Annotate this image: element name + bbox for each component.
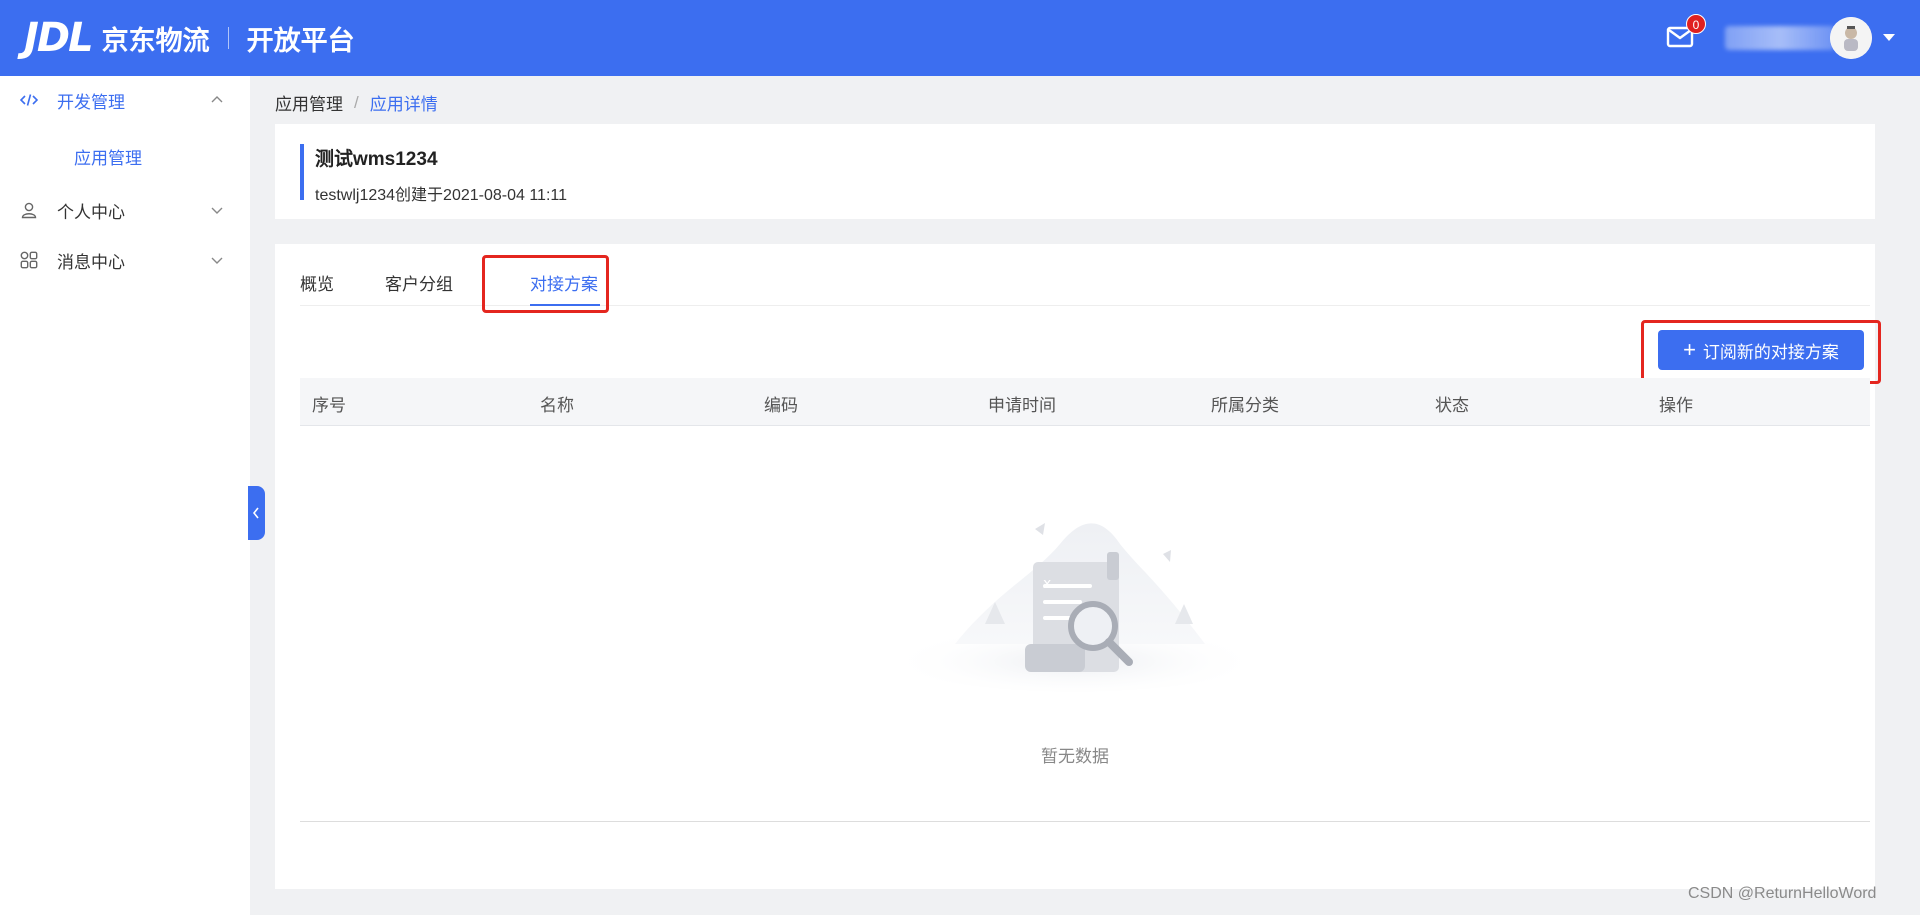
sidebar-item-label: 消息中心 xyxy=(57,252,125,272)
table-bottom-border xyxy=(300,821,1870,822)
tab-overview[interactable]: 概览 xyxy=(300,270,334,295)
app-title: 测试wms1234 xyxy=(315,149,438,170)
sidebar-subitem-label: 应用管理 xyxy=(74,149,142,168)
content-card: 概览 客户分组 对接方案 + 订阅新的对接方案 序号 名称 编码 申请时间 所属… xyxy=(275,244,1881,889)
svg-text:x: x xyxy=(1043,576,1051,592)
highlight-box-tab xyxy=(482,255,609,313)
csdn-watermark: CSDN @ReturnHelloWord xyxy=(1688,885,1877,902)
user-menu-caret-icon[interactable] xyxy=(1883,34,1895,41)
chevron-down-icon xyxy=(211,207,223,214)
breadcrumb: 应用管理 / 应用详情 xyxy=(275,90,438,115)
sidebar-item-label: 个人中心 xyxy=(57,202,125,222)
column-header: 名称 xyxy=(540,396,574,415)
column-header: 申请时间 xyxy=(988,396,1056,415)
top-header: JDL 京东物流 开放平台 0 xyxy=(0,0,1920,76)
column-header: 编码 xyxy=(764,396,798,415)
chevron-up-icon xyxy=(211,96,223,103)
username[interactable] xyxy=(1725,26,1835,50)
chevron-down-icon xyxy=(211,257,223,264)
jdl-logo[interactable]: JDL 京东物流 开放平台 xyxy=(24,14,355,62)
app-info-card: 测试wms1234 testwlj1234创建于2021-08-04 11:11 xyxy=(275,124,1875,219)
logo-sub-text: 开放平台 xyxy=(246,25,355,57)
sidebar: 开发管理 应用管理 个人中心 消息中心 xyxy=(0,76,250,915)
column-header: 操作 xyxy=(1659,396,1693,415)
highlight-box-button xyxy=(1641,320,1881,384)
breadcrumb-root[interactable]: 应用管理 xyxy=(275,90,343,115)
avatar[interactable] xyxy=(1830,17,1872,59)
sidebar-item-dev-management[interactable]: 开发管理 xyxy=(0,80,250,120)
user-icon xyxy=(21,202,37,219)
sidebar-collapse-button[interactable] xyxy=(248,486,265,540)
empty-state-text: 暂无数据 xyxy=(1041,747,1109,766)
sidebar-item-personal-center[interactable]: 个人中心 xyxy=(0,190,250,230)
grid-icon xyxy=(20,251,38,269)
sidebar-item-label: 开发管理 xyxy=(57,92,125,112)
column-header: 状态 xyxy=(1435,396,1469,415)
accent-bar xyxy=(300,144,304,200)
logo-divider xyxy=(227,27,229,49)
column-header: 所属分类 xyxy=(1211,396,1279,415)
breadcrumb-separator: / xyxy=(354,92,359,112)
code-icon xyxy=(20,94,38,106)
sidebar-item-message-center[interactable]: 消息中心 xyxy=(0,240,250,280)
breadcrumb-current: 应用详情 xyxy=(369,95,438,114)
tab-customer-groups[interactable]: 客户分组 xyxy=(385,270,453,295)
logo-cn-text: 京东物流 xyxy=(101,25,210,57)
sidebar-subitem-app-management[interactable]: 应用管理 xyxy=(0,135,250,175)
table-header: 序号 名称 编码 申请时间 所属分类 状态 操作 xyxy=(300,378,1870,426)
app-meta: testwlj1234创建于2021-08-04 11:11 xyxy=(315,187,568,204)
logo-jdl-text: JDL xyxy=(24,15,94,61)
empty-state-illustration: x xyxy=(885,523,1265,692)
chevron-left-icon xyxy=(252,507,259,519)
mail-count-badge: 0 xyxy=(1686,14,1706,34)
column-header: 序号 xyxy=(312,396,346,415)
